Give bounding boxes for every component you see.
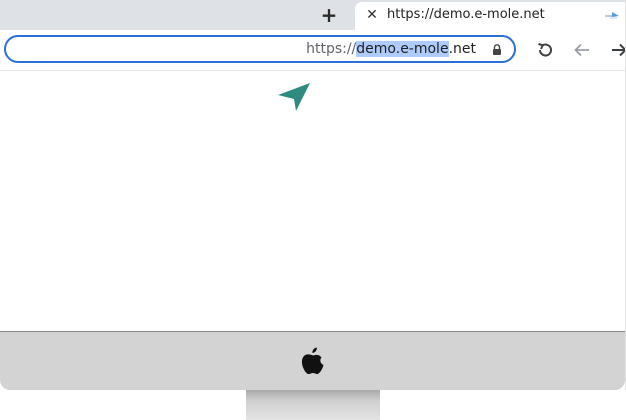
forward-button[interactable] (608, 39, 625, 61)
monitor-screen: + ✕ https://demo.e-mole.net https://demo… (0, 0, 626, 390)
browser-tab[interactable]: ✕ https://demo.e-mole.net (355, 2, 625, 30)
monitor-stand (246, 390, 380, 420)
forward-arrow-icon (612, 43, 625, 57)
browser-toolbar: https://demo.e-mole.net (0, 30, 625, 71)
url-tld: .net (448, 41, 476, 57)
tab-strip: + ✕ https://demo.e-mole.net (0, 0, 625, 30)
reload-button[interactable] (534, 39, 556, 61)
page-content[interactable] (0, 71, 625, 331)
favicon-icon (605, 12, 619, 19)
apple-logo-icon (301, 347, 324, 375)
imac-mockup: + ✕ https://demo.e-mole.net https://demo… (0, 0, 626, 420)
back-button[interactable] (571, 39, 593, 61)
tab-title: https://demo.e-mole.net (387, 7, 545, 22)
address-bar[interactable]: https://demo.e-mole.net (4, 35, 516, 63)
reload-icon (538, 43, 552, 57)
address-bar-url[interactable]: https://demo.e-mole.net (306, 41, 476, 57)
monitor-chin (0, 331, 625, 390)
back-arrow-icon (574, 43, 589, 57)
navigation-arrow-icon (278, 83, 310, 111)
tab-close-icon[interactable]: ✕ (363, 5, 381, 25)
new-tab-button[interactable]: + (316, 3, 342, 27)
lock-icon[interactable] (492, 44, 502, 55)
url-scheme: https:// (306, 41, 357, 57)
url-selected-text: demo.e-mole (356, 41, 449, 57)
